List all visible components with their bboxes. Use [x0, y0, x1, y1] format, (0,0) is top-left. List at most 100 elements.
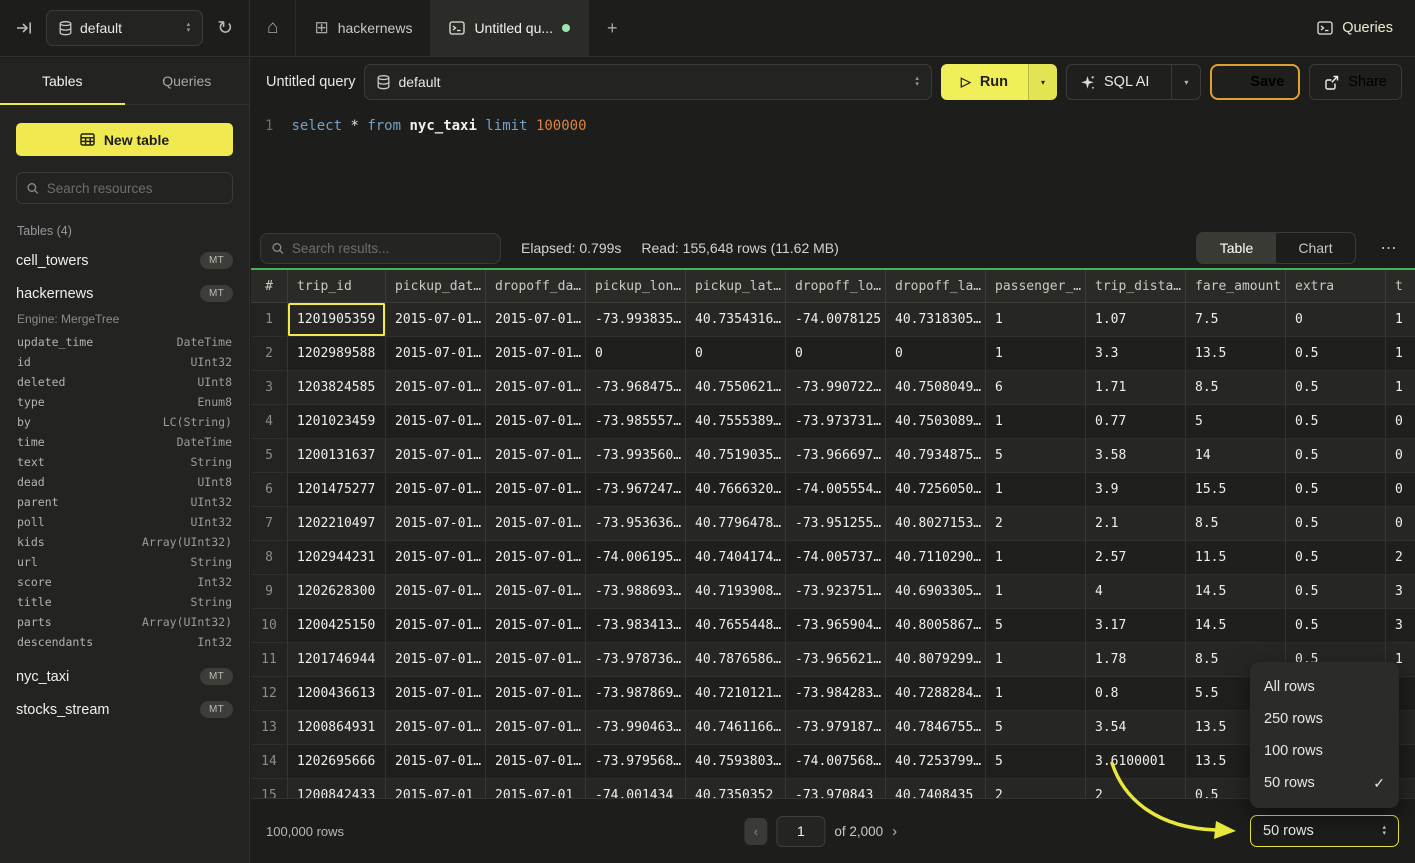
- table-cell[interactable]: -73.953636…: [586, 507, 686, 541]
- table-cell[interactable]: 1: [1386, 337, 1415, 371]
- field-poll[interactable]: pollUInt32: [17, 512, 232, 532]
- table-cell[interactable]: 0: [1386, 405, 1415, 439]
- table-cell[interactable]: 1: [986, 303, 1086, 337]
- table-cell[interactable]: 2015-07-01…: [486, 677, 586, 711]
- table-cell[interactable]: 1.71: [1086, 371, 1186, 405]
- table-cell[interactable]: -73.965621…: [786, 643, 886, 677]
- results-search-input[interactable]: [292, 241, 489, 256]
- table-cell[interactable]: 2015-07-01…: [386, 643, 486, 677]
- column-header-dropoff_la[interactable]: dropoff_la…: [886, 270, 986, 302]
- table-cell[interactable]: 1: [986, 473, 1086, 507]
- table-cell[interactable]: 40.7210121…: [686, 677, 786, 711]
- table-cell[interactable]: 0: [1386, 507, 1415, 541]
- table-cell[interactable]: -73.984283…: [786, 677, 886, 711]
- table-cell[interactable]: 0: [1286, 303, 1386, 337]
- table-cell[interactable]: -73.993560…: [586, 439, 686, 473]
- table-cell[interactable]: 0.77: [1086, 405, 1186, 439]
- table-cell[interactable]: 2: [986, 779, 1086, 798]
- table-cell[interactable]: 1: [986, 541, 1086, 575]
- table-cell[interactable]: 7.5: [1186, 303, 1286, 337]
- field-dead[interactable]: deadUInt8: [17, 472, 232, 492]
- table-cell[interactable]: -73.965904…: [786, 609, 886, 643]
- table-cell[interactable]: 14: [1186, 439, 1286, 473]
- table-cell[interactable]: 2015-07-01: [386, 779, 486, 798]
- table-cell[interactable]: 1202695666: [288, 745, 386, 779]
- column-header-trip_dista[interactable]: trip_dista…: [1086, 270, 1186, 302]
- refresh-icon[interactable]: ↻: [217, 17, 233, 40]
- table-cell[interactable]: 4: [1086, 575, 1186, 609]
- new-table-button[interactable]: New table: [16, 123, 233, 156]
- table-cell[interactable]: 14.5: [1186, 575, 1286, 609]
- table-cell[interactable]: 2015-07-01…: [386, 405, 486, 439]
- table-cell[interactable]: -73.988693…: [586, 575, 686, 609]
- table-cell[interactable]: 8.5: [1186, 507, 1286, 541]
- table-cell[interactable]: 40.7350352: [686, 779, 786, 798]
- field-by[interactable]: byLC(String): [17, 412, 232, 432]
- next-page-button[interactable]: ›: [892, 823, 897, 840]
- sql-editor[interactable]: 1 select * from nyc_taxi limit 100000: [251, 106, 1415, 228]
- table-cell[interactable]: 1: [986, 643, 1086, 677]
- table-cell[interactable]: 40.7256050…: [886, 473, 986, 507]
- table-cell[interactable]: 40.7519035…: [686, 439, 786, 473]
- table-cell[interactable]: 2015-07-01…: [386, 337, 486, 371]
- table-cell[interactable]: 2015-07-01…: [486, 575, 586, 609]
- table-cell[interactable]: 1201905359: [288, 303, 386, 337]
- table-cell[interactable]: 2015-07-01…: [486, 371, 586, 405]
- table-cell[interactable]: 40.8027153…: [886, 507, 986, 541]
- save-button[interactable]: Save: [1210, 64, 1300, 100]
- table-cell[interactable]: -74.006195…: [586, 541, 686, 575]
- sql-ai-button[interactable]: SQL AI: [1067, 74, 1162, 90]
- column-header-dropoff_da[interactable]: dropoff_da…: [486, 270, 586, 302]
- table-cell[interactable]: 5: [986, 711, 1086, 745]
- table-cell[interactable]: -73.968475…: [586, 371, 686, 405]
- table-cell[interactable]: -73.979187…: [786, 711, 886, 745]
- table-cell[interactable]: 1202210497: [288, 507, 386, 541]
- table-cell[interactable]: 5: [986, 439, 1086, 473]
- query-database-selector[interactable]: default ▴▾: [364, 64, 931, 100]
- table-cell[interactable]: 0.5: [1286, 405, 1386, 439]
- table-cell[interactable]: 1200131637: [288, 439, 386, 473]
- table-cell[interactable]: 2015-07-01…: [486, 303, 586, 337]
- collapse-sidebar-icon[interactable]: [16, 21, 32, 35]
- table-cell[interactable]: 40.7555389…: [686, 405, 786, 439]
- field-text[interactable]: textString: [17, 452, 232, 472]
- sidebar-table-hackernews[interactable]: hackernews MT: [16, 277, 233, 310]
- table-cell[interactable]: 2015-07-01…: [486, 405, 586, 439]
- table-cell[interactable]: 2: [1086, 779, 1186, 798]
- table-cell[interactable]: -73.973731…: [786, 405, 886, 439]
- table-cell[interactable]: 3.58: [1086, 439, 1186, 473]
- table-cell[interactable]: 0.5: [1286, 541, 1386, 575]
- table-cell[interactable]: 13.5: [1186, 337, 1286, 371]
- table-cell[interactable]: 1.07: [1086, 303, 1186, 337]
- table-cell[interactable]: 0: [886, 337, 986, 371]
- table-cell[interactable]: 5: [986, 609, 1086, 643]
- view-table-button[interactable]: Table: [1197, 233, 1276, 263]
- table-cell[interactable]: 11.5: [1186, 541, 1286, 575]
- column-header-passenger_[interactable]: passenger_…: [986, 270, 1086, 302]
- table-cell[interactable]: 40.7550621…: [686, 371, 786, 405]
- sidebar-table-nyc-taxi[interactable]: nyc_taxi MT: [16, 660, 233, 693]
- table-cell[interactable]: 3.3: [1086, 337, 1186, 371]
- table-cell[interactable]: 40.6903305…: [886, 575, 986, 609]
- field-parts[interactable]: partsArray(UInt32): [17, 612, 232, 632]
- sidebar-table-stocks-stream[interactable]: stocks_stream MT: [16, 693, 233, 726]
- table-cell[interactable]: 0.5: [1286, 609, 1386, 643]
- table-cell[interactable]: 3.6100001: [1086, 745, 1186, 779]
- queries-button[interactable]: Queries: [1317, 20, 1393, 36]
- table-cell[interactable]: 1201475277: [288, 473, 386, 507]
- table-cell[interactable]: 40.7593803…: [686, 745, 786, 779]
- table-cell[interactable]: -74.001434: [586, 779, 686, 798]
- prev-page-button[interactable]: ‹: [744, 818, 767, 845]
- table-cell[interactable]: 0.5: [1286, 507, 1386, 541]
- table-cell[interactable]: 2015-07-01…: [386, 507, 486, 541]
- table-cell[interactable]: -73.990463…: [586, 711, 686, 745]
- table-cell[interactable]: 40.8079299…: [886, 643, 986, 677]
- field-descendants[interactable]: descendantsInt32: [17, 632, 232, 652]
- column-header-dropoff_lo[interactable]: dropoff_lo…: [786, 270, 886, 302]
- table-cell[interactable]: 40.7288284…: [886, 677, 986, 711]
- table-cell[interactable]: 1202944231: [288, 541, 386, 575]
- table-cell[interactable]: 40.7503089…: [886, 405, 986, 439]
- table-cell[interactable]: 2015-07-01…: [386, 439, 486, 473]
- table-cell[interactable]: 40.7876586…: [686, 643, 786, 677]
- table-cell[interactable]: 0.8: [1086, 677, 1186, 711]
